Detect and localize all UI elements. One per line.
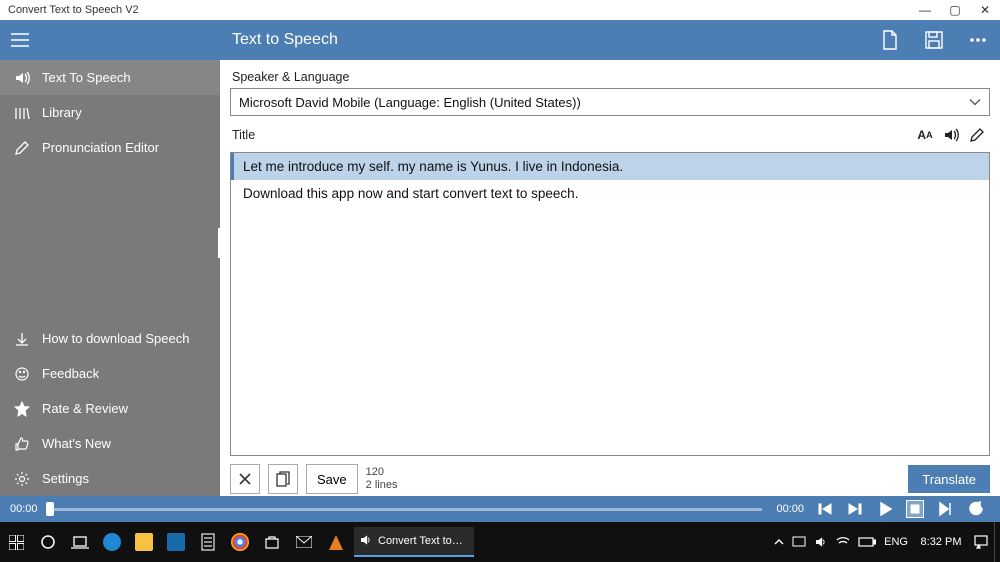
minimize-button[interactable]: — xyxy=(910,3,940,17)
page-title: Text to Speech xyxy=(232,31,338,49)
library-icon xyxy=(10,105,34,121)
repeat-button[interactable] xyxy=(960,501,990,517)
sidebar-item-label: Rate & Review xyxy=(42,401,128,416)
taskbar-app-vlc[interactable] xyxy=(320,522,352,562)
window-titlebar: Convert Text to Speech V2 — ▢ ✕ xyxy=(0,0,1000,20)
skip-back-button[interactable] xyxy=(810,501,840,517)
sidebar-item-rate-review[interactable]: Rate & Review xyxy=(0,391,220,426)
taskbar-app-explorer[interactable] xyxy=(128,522,160,562)
tray-people-icon[interactable] xyxy=(792,536,806,548)
sidebar-item-label: What's New xyxy=(42,436,111,451)
save-button[interactable] xyxy=(912,20,956,60)
player-bar: 00:00 00:00 xyxy=(0,496,1000,522)
taskbar-app-store[interactable] xyxy=(256,522,288,562)
tray-battery-icon[interactable] xyxy=(858,537,876,547)
char-line-counts: 120 2 lines xyxy=(366,466,398,492)
smile-icon xyxy=(10,366,34,382)
text-editor[interactable]: Let me introduce my self. my name is Yun… xyxy=(230,152,990,456)
sidebar-item-text-to-speech[interactable]: Text To Speech xyxy=(0,60,220,95)
skip-forward-button[interactable] xyxy=(840,501,870,517)
sidebar-item-settings[interactable]: Settings xyxy=(0,461,220,496)
taskbar-active-app-label: Convert Text to Speec... xyxy=(378,535,464,547)
taskbar-app-edge[interactable] xyxy=(96,522,128,562)
taskbar-app-chrome[interactable] xyxy=(224,522,256,562)
sidebar-item-library[interactable]: Library xyxy=(0,95,220,130)
window-title: Convert Text to Speech V2 xyxy=(8,4,139,16)
maximize-button[interactable]: ▢ xyxy=(940,3,970,17)
sidebar-item-label: Text To Speech xyxy=(42,70,131,85)
taskbar-app-calculator[interactable] xyxy=(192,522,224,562)
play-line-button[interactable] xyxy=(938,122,964,148)
tray-network-icon[interactable] xyxy=(836,536,850,548)
sidebar-item-pronunciation-editor[interactable]: Pronunciation Editor xyxy=(0,130,220,165)
tray-volume-icon[interactable] xyxy=(814,536,828,548)
next-button[interactable] xyxy=(930,501,960,517)
chevron-down-icon xyxy=(969,95,981,110)
player-time-total: 00:00 xyxy=(770,503,804,515)
tray-chevron-up-icon[interactable] xyxy=(774,538,784,546)
system-tray: ENG 8:32 PM xyxy=(774,535,994,549)
gear-icon xyxy=(10,471,34,487)
windows-taskbar: Convert Text to Speec... ENG 8:32 PM xyxy=(0,522,1000,562)
speaker-language-dropdown[interactable]: Microsoft David Mobile (Language: Englis… xyxy=(230,88,990,116)
copy-button[interactable] xyxy=(268,464,298,494)
sidebar-item-label: Library xyxy=(42,105,82,120)
player-seek-thumb[interactable] xyxy=(46,502,54,516)
more-button[interactable] xyxy=(956,20,1000,60)
font-size-button[interactable]: AA xyxy=(912,122,938,148)
start-button[interactable] xyxy=(0,522,32,562)
taskbar-app-photoshop[interactable] xyxy=(160,522,192,562)
star-icon xyxy=(10,401,34,417)
sidebar-resize-handle[interactable] xyxy=(0,165,220,321)
editor-line[interactable]: Let me introduce my self. my name is Yun… xyxy=(231,153,989,180)
speaker-icon xyxy=(360,534,372,549)
tray-action-center-icon[interactable] xyxy=(974,535,988,549)
player-seek-track[interactable] xyxy=(48,508,762,511)
editor-line[interactable]: Download this app now and start convert … xyxy=(231,180,989,207)
taskbar-active-app[interactable]: Convert Text to Speec... xyxy=(354,527,474,557)
new-document-button[interactable] xyxy=(868,20,912,60)
clear-button[interactable] xyxy=(230,464,260,494)
main-panel: Speaker & Language Microsoft David Mobil… xyxy=(220,60,1000,496)
speaker-language-label: Speaker & Language xyxy=(232,70,990,84)
sidebar: Text To Speech Library Pronunciation Edi… xyxy=(0,60,220,496)
player-time-elapsed: 00:00 xyxy=(10,503,40,515)
tray-clock[interactable]: 8:32 PM xyxy=(916,536,966,548)
thumbs-up-icon xyxy=(10,436,34,452)
taskbar-app-mail[interactable] xyxy=(288,522,320,562)
translate-button[interactable]: Translate xyxy=(908,465,990,493)
sidebar-item-whats-new[interactable]: What's New xyxy=(0,426,220,461)
cortana-button[interactable] xyxy=(32,522,64,562)
download-icon xyxy=(10,331,34,347)
task-view-button[interactable] xyxy=(64,522,96,562)
sidebar-item-label: Settings xyxy=(42,471,89,486)
tray-language[interactable]: ENG xyxy=(884,536,908,548)
sidebar-item-label: How to download Speech xyxy=(42,331,189,346)
play-button[interactable] xyxy=(870,501,900,517)
hamburger-button[interactable] xyxy=(0,20,40,60)
pencil-icon xyxy=(10,140,34,156)
title-label: Title xyxy=(232,128,912,142)
close-window-button[interactable]: ✕ xyxy=(970,3,1000,17)
sidebar-item-label: Pronunciation Editor xyxy=(42,140,159,155)
save-text-button[interactable]: Save xyxy=(306,464,358,494)
sidebar-item-label: Feedback xyxy=(42,366,99,381)
speaker-icon xyxy=(10,70,34,86)
stop-button[interactable] xyxy=(900,499,930,519)
sidebar-item-how-to-download[interactable]: How to download Speech xyxy=(0,321,220,356)
edit-button[interactable] xyxy=(964,122,990,148)
sidebar-item-feedback[interactable]: Feedback xyxy=(0,356,220,391)
speaker-language-value: Microsoft David Mobile (Language: Englis… xyxy=(239,95,581,110)
app-bar: Text to Speech xyxy=(0,20,1000,60)
show-desktop-button[interactable] xyxy=(994,522,1000,562)
